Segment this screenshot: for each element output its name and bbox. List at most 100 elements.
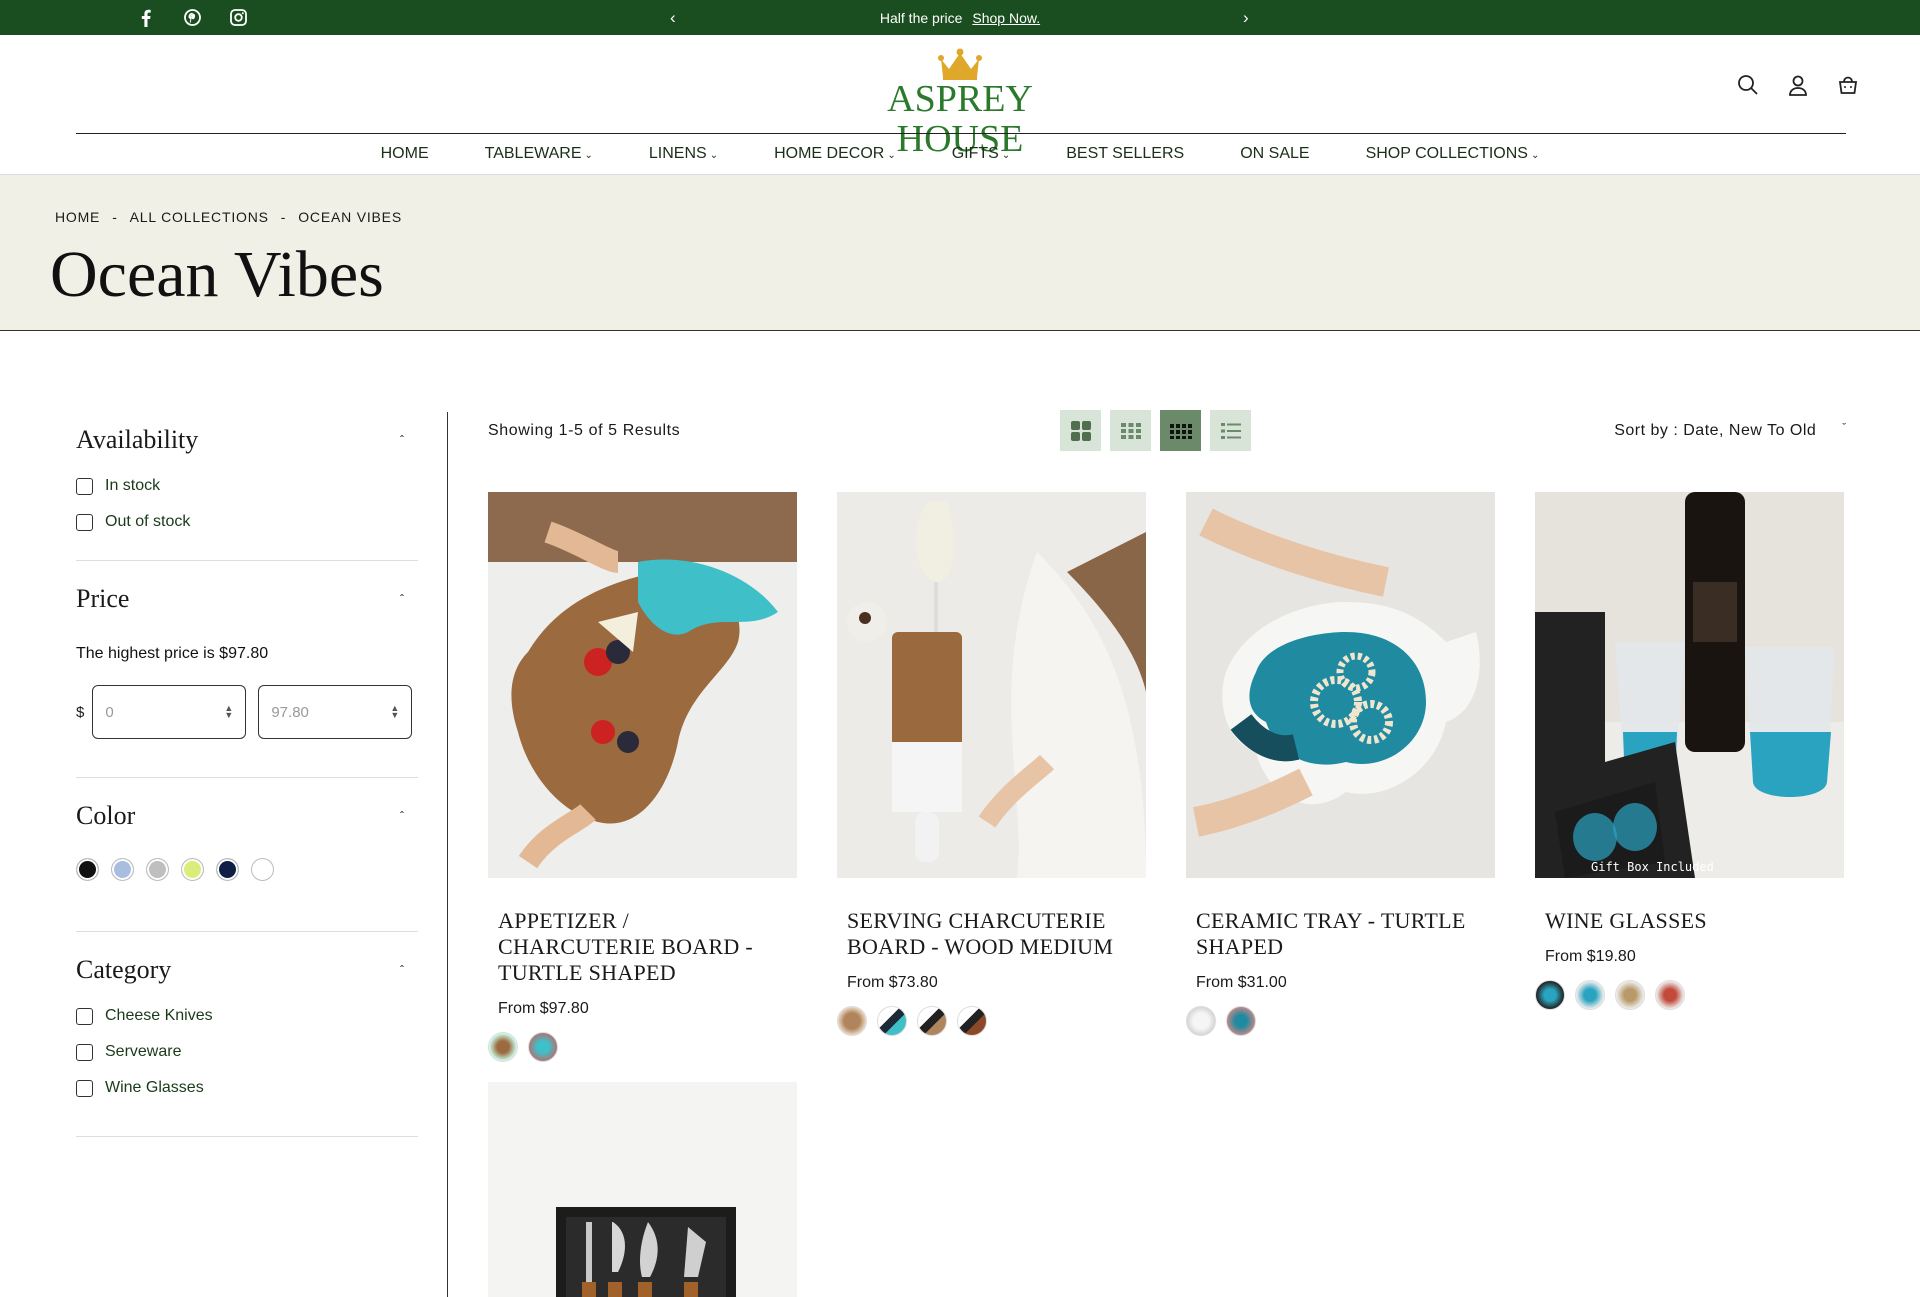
- sidebar-divider: [447, 412, 448, 1297]
- product-card[interactable]: [488, 1082, 797, 1297]
- product-card[interactable]: CERAMIC TRAY - TURTLE SHAPED From $31.00: [1186, 492, 1495, 1036]
- nav-item-home[interactable]: HOME: [353, 145, 457, 163]
- variant-swatch[interactable]: [488, 1032, 518, 1062]
- nav-label: LINENS: [648, 145, 707, 162]
- results-count: Showing 1-5 of 5 Results: [488, 422, 681, 439]
- collection-hero: HOME - ALL COLLECTIONS - OCEAN VIBES Oce…: [0, 175, 1920, 331]
- product-price: From $97.80: [498, 1000, 589, 1017]
- product-title[interactable]: WINE GLASSES: [1545, 908, 1834, 934]
- checkbox[interactable]: [76, 477, 93, 495]
- account-icon[interactable]: [1786, 73, 1810, 97]
- collection-toolbar: Showing 1-5 of 5 Results Sort by : Date,…: [488, 410, 1846, 454]
- shop-now-link[interactable]: Shop Now.: [972, 10, 1040, 26]
- variant-swatches: [488, 1032, 797, 1062]
- filter-color: Color ˆ: [76, 788, 418, 932]
- product-price: From $73.80: [847, 974, 938, 991]
- filter-title: Category: [76, 955, 172, 984]
- variant-swatch[interactable]: [1655, 980, 1685, 1010]
- filter-category-header[interactable]: Category ˆ: [76, 942, 418, 998]
- variant-swatches: [837, 1006, 1146, 1036]
- filter-category: Category ˆ Cheese Knives Serveware Wine …: [76, 942, 418, 1137]
- nav-label: HOME: [380, 145, 429, 162]
- product-image[interactable]: [1186, 492, 1495, 878]
- product-title[interactable]: APPETIZER / CHARCUTERIE BOARD - TURTLE S…: [498, 908, 787, 986]
- checkbox[interactable]: [76, 1043, 93, 1061]
- stepper-icon[interactable]: ▲ ▼: [390, 704, 399, 720]
- sort-dropdown[interactable]: Sort by : Date, New To Old ˇ: [1614, 422, 1846, 440]
- color-swatch[interactable]: [181, 858, 204, 881]
- breadcrumb-home[interactable]: HOME: [55, 209, 100, 225]
- price-min-input[interactable]: 0 ▲ ▼: [92, 685, 247, 739]
- site-header: ASPREY HOUSE HOME TABLEWARE ⌄ LINENS ⌄ HOME D…: [0, 35, 1920, 175]
- filter-option-in-stock[interactable]: In stock: [76, 468, 418, 504]
- filter-price-header[interactable]: Price ˆ: [76, 571, 418, 627]
- option-label: Serveware: [105, 1043, 182, 1060]
- color-swatch[interactable]: [251, 858, 274, 881]
- search-icon[interactable]: [1736, 73, 1760, 97]
- filter-option-serveware[interactable]: Serveware: [76, 1034, 418, 1070]
- color-swatch[interactable]: [146, 858, 169, 881]
- price-max-input[interactable]: 97.80 ▲ ▼: [258, 685, 413, 739]
- variant-swatch[interactable]: [917, 1006, 947, 1036]
- filter-sidebar: Availability ˆ In stock Out of stock Pri…: [76, 412, 418, 1137]
- nav-item-on-sale[interactable]: ON SALE: [1212, 145, 1337, 163]
- nav-item-best-sellers[interactable]: BEST SELLERS: [1038, 145, 1212, 163]
- logo[interactable]: ASPREY HOUSE: [830, 47, 1090, 159]
- filter-option-cheese-knives[interactable]: Cheese Knives: [76, 998, 418, 1034]
- filter-option-out-of-stock[interactable]: Out of stock: [76, 504, 418, 540]
- product-card[interactable]: SERVING CHARCUTERIE BOARD - WOOD MEDIUM …: [837, 492, 1146, 1036]
- product-card[interactable]: APPETIZER / CHARCUTERIE BOARD - TURTLE S…: [488, 492, 797, 1062]
- announcement-bar: ‹ Half the price Shop Now. ›: [0, 0, 1920, 35]
- option-label: Cheese Knives: [105, 1007, 213, 1024]
- product-image[interactable]: [488, 1082, 797, 1297]
- filter-title: Availability: [76, 425, 199, 454]
- color-swatch[interactable]: [216, 858, 239, 881]
- variant-swatch[interactable]: [837, 1006, 867, 1036]
- product-title[interactable]: SERVING CHARCUTERIE BOARD - WOOD MEDIUM: [847, 908, 1136, 960]
- image-caption: Gift Box Included: [1591, 860, 1714, 874]
- nav-label: SHOP COLLECTIONS: [1365, 145, 1528, 162]
- color-swatch[interactable]: [111, 858, 134, 881]
- variant-swatch[interactable]: [877, 1006, 907, 1036]
- filter-availability-header[interactable]: Availability ˆ: [76, 412, 418, 468]
- variant-swatch[interactable]: [1535, 980, 1565, 1010]
- nav-item-home-decor[interactable]: HOME DECOR ⌄: [746, 145, 924, 163]
- breadcrumb-all-collections[interactable]: ALL COLLECTIONS: [130, 209, 269, 225]
- variant-swatch[interactable]: [1615, 980, 1645, 1010]
- filter-color-header[interactable]: Color ˆ: [76, 788, 418, 844]
- color-swatch[interactable]: [76, 858, 99, 881]
- chevron-down-icon: ⌄: [1001, 149, 1011, 161]
- variant-swatch[interactable]: [1226, 1006, 1256, 1036]
- grid-4-view-icon[interactable]: [1160, 410, 1201, 451]
- option-label: In stock: [105, 477, 161, 494]
- announcement-next-button[interactable]: ›: [1243, 0, 1249, 35]
- chevron-up-icon: ˆ: [400, 809, 404, 823]
- grid-3-view-icon[interactable]: [1110, 410, 1151, 451]
- cart-icon[interactable]: [1836, 73, 1860, 97]
- chevron-down-icon: ⌄: [709, 149, 719, 161]
- filter-option-wine-glasses[interactable]: Wine Glasses: [76, 1070, 418, 1106]
- product-image[interactable]: [488, 492, 797, 878]
- product-image[interactable]: [837, 492, 1146, 878]
- grid-2-view-icon[interactable]: [1060, 410, 1101, 451]
- sort-label: Sort by : Date, New To Old: [1614, 422, 1817, 439]
- checkbox[interactable]: [76, 1007, 93, 1025]
- variant-swatch[interactable]: [1575, 980, 1605, 1010]
- product-image[interactable]: Gift Box Included: [1535, 492, 1844, 878]
- breadcrumb-separator: -: [112, 209, 118, 225]
- checkbox[interactable]: [76, 513, 93, 531]
- product-card[interactable]: Gift Box Included WINE GLASSES From $19.…: [1535, 492, 1844, 1010]
- nav-item-linens[interactable]: LINENS ⌄: [621, 145, 746, 163]
- chevron-down-icon: ˇ: [1842, 422, 1846, 434]
- product-title[interactable]: CERAMIC TRAY - TURTLE SHAPED: [1196, 908, 1485, 960]
- checkbox[interactable]: [76, 1079, 93, 1097]
- variant-swatch[interactable]: [1186, 1006, 1216, 1036]
- list-view-icon[interactable]: [1210, 410, 1251, 451]
- nav-item-shop-collections[interactable]: SHOP COLLECTIONS ⌄: [1338, 145, 1568, 163]
- variant-swatch[interactable]: [528, 1032, 558, 1062]
- nav-item-tableware[interactable]: TABLEWARE ⌄: [457, 145, 621, 163]
- header-actions: [1736, 73, 1860, 97]
- stepper-icon[interactable]: ▲ ▼: [224, 704, 233, 720]
- variant-swatch[interactable]: [957, 1006, 987, 1036]
- nav-item-gifts[interactable]: GIFTS ⌄: [924, 145, 1039, 163]
